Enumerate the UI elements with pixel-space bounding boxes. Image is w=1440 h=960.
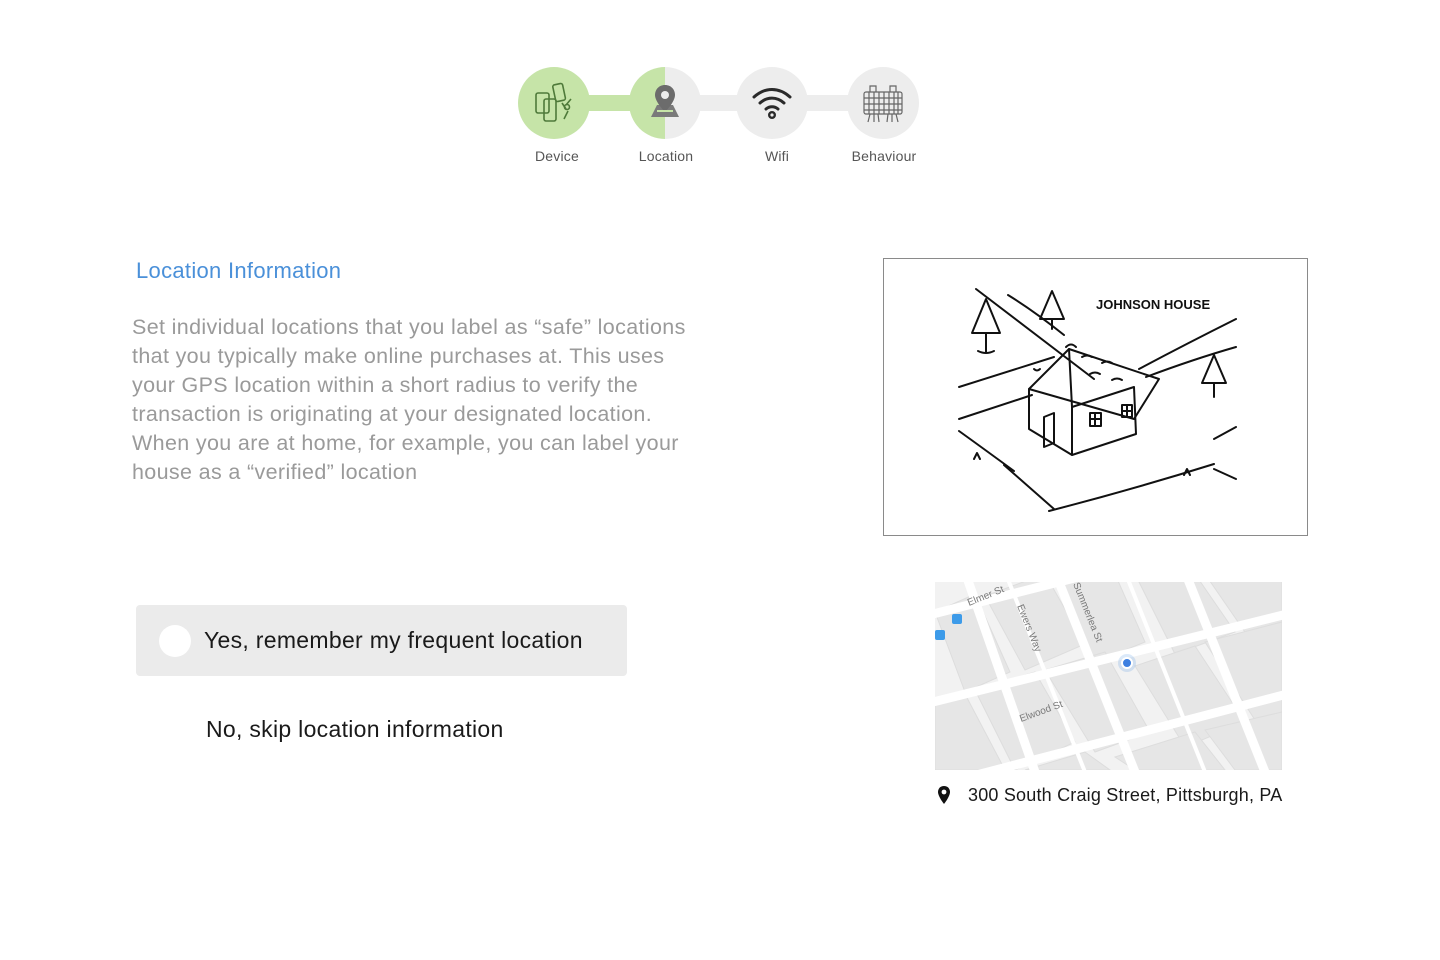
step-label-location: Location <box>638 148 694 164</box>
current-location-dot <box>1121 657 1133 669</box>
address-row: 300 South Craig Street, Pittsburgh, PA <box>936 782 1282 808</box>
skip-location-option[interactable]: No, skip location information <box>206 716 504 743</box>
devices-icon <box>535 82 572 122</box>
progress-stepper: Device Location Wifi Behaviour <box>0 0 1440 180</box>
house-sketch-image: JOHNSON HOUSE <box>883 258 1308 536</box>
step-wifi[interactable] <box>736 67 808 139</box>
sketch-caption: JOHNSON HOUSE <box>1096 297 1210 312</box>
wifi-icon <box>752 88 792 120</box>
step-label-behaviour: Behaviour <box>851 148 917 164</box>
step-location[interactable] <box>629 67 701 139</box>
address-text: 300 South Craig Street, Pittsburgh, PA <box>968 784 1283 805</box>
house-sketch-drawing: JOHNSON HOUSE <box>958 288 1237 512</box>
step-device[interactable] <box>518 67 590 139</box>
step-behaviour[interactable] <box>847 67 919 139</box>
location-map[interactable]: Elmer St Ewers Way Summerlea St Elwood S… <box>935 582 1282 770</box>
keyboard-hands-icon <box>863 85 903 123</box>
location-setup-page: Device Location Wifi Behaviour Location … <box>0 0 1440 960</box>
section-description: Set individual locations that you label … <box>132 315 686 484</box>
map-canvas: Elmer St Ewers Way Summerlea St Elwood S… <box>935 582 1282 770</box>
remember-location-option[interactable]: Yes, remember my frequent location <box>136 605 627 676</box>
remember-location-label: Yes, remember my frequent location <box>204 627 583 653</box>
radio-button[interactable] <box>159 624 191 657</box>
section-title: Location Information <box>136 258 342 283</box>
location-pin-icon <box>936 785 952 805</box>
map-pin-icon <box>651 85 679 117</box>
step-label-wifi: Wifi <box>764 148 790 164</box>
step-label-device: Device <box>535 148 579 164</box>
